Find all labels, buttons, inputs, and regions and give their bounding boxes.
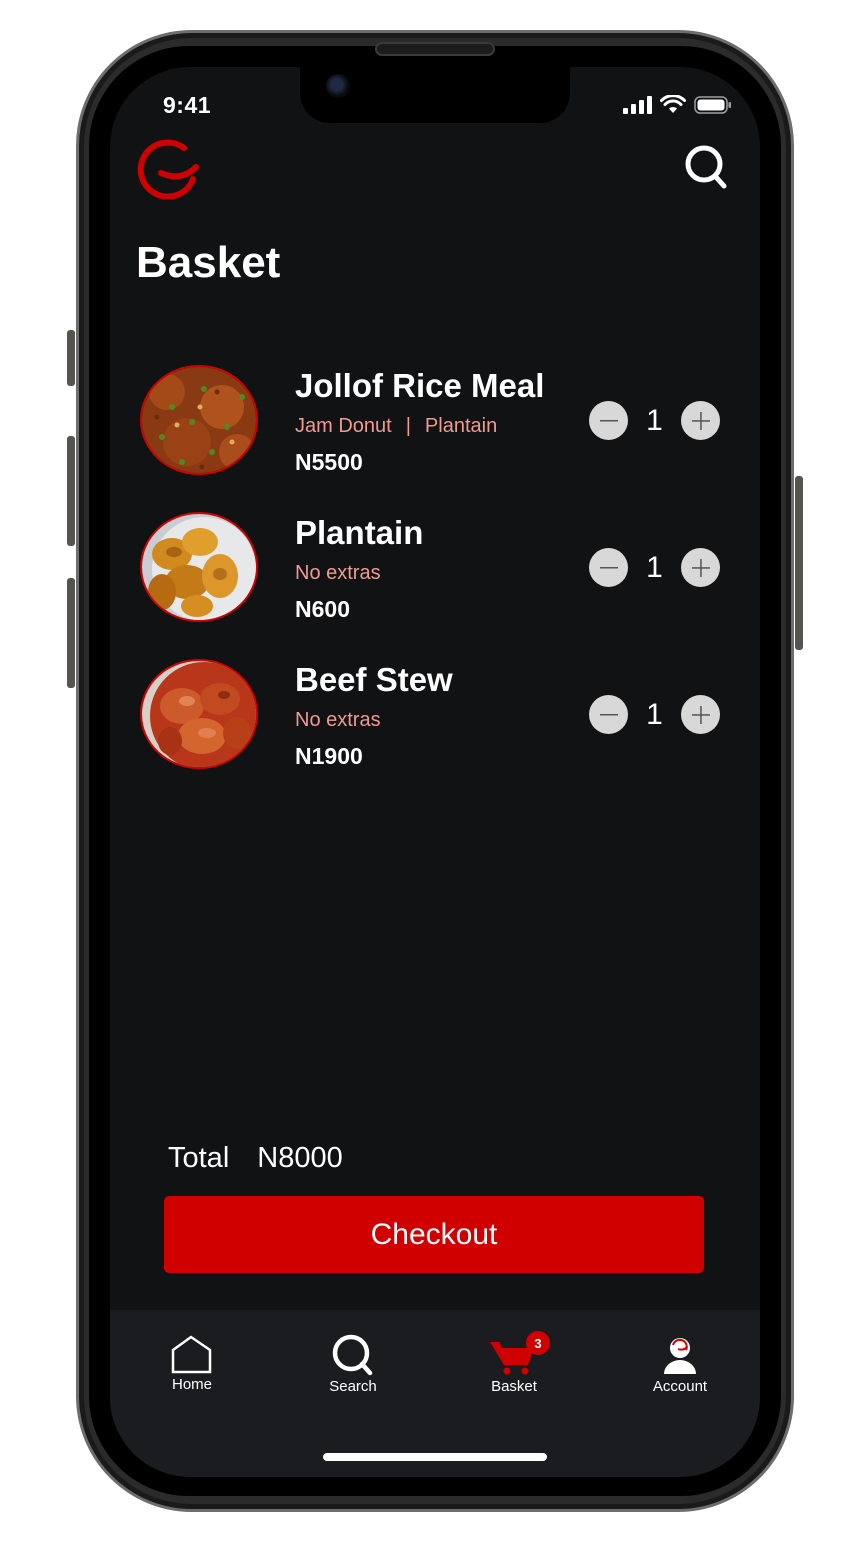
basket-item: Jollof Rice Meal Jam Donut | Plantain N550… [140,365,740,477]
item-extra: No extras [295,709,381,731]
checkout-button[interactable]: Checkout [164,1196,704,1273]
plus-icon [691,558,710,577]
home-indicator [323,1453,547,1461]
status-icons [622,95,732,114]
item-name: Plantain [295,514,424,551]
total-value: N8000 [257,1142,343,1174]
status-time: 9:41 [163,92,212,118]
volume-up-button [67,436,75,546]
search-icon[interactable] [684,144,728,195]
front-camera [326,74,350,98]
minus-icon [599,713,618,715]
volume-down-button [67,578,75,688]
item-price: N1900 [295,743,363,769]
account-icon [664,1338,696,1374]
home-icon [171,1335,212,1374]
nav-label: Basket [491,1378,537,1395]
item-price: N600 [295,596,350,622]
item-extras: No extras [295,709,381,732]
increase-quantity-button[interactable] [681,548,720,587]
basket-count-badge: 3 [526,1331,550,1355]
wifi-icon [660,95,686,113]
nav-label: Search [329,1378,377,1395]
increase-quantity-button[interactable] [681,401,720,440]
minus-icon [599,566,618,568]
plus-icon [691,705,710,724]
item-extra: Jam Donut [295,415,392,437]
nav-item-basket[interactable]: Basket [459,1334,569,1395]
plus-icon [691,411,710,430]
beef-stew-image [140,659,258,769]
quantity-value: 1 [646,403,663,437]
nav-item-account[interactable]: Account [625,1334,735,1395]
nav-item-search[interactable]: Search [298,1334,408,1395]
decrease-quantity-button[interactable] [589,548,628,587]
plantain-image [140,512,258,622]
search-icon [332,1334,373,1376]
nav-label: Account [652,1378,708,1395]
basket-item: Plantain No extras N600 1 [140,512,740,624]
item-name: Beef Stew [295,661,453,698]
item-extra: No extras [295,562,381,584]
speaker-grille [375,42,495,56]
nav-label: Home [171,1376,212,1393]
item-name: Jollof Rice Meal [295,367,545,404]
nav-item-home[interactable]: Home [137,1334,247,1393]
power-button [795,476,803,650]
mute-switch [67,330,75,386]
item-extras: Jam Donut | Plantain [295,415,497,438]
minus-icon [599,419,618,421]
quantity-stepper: 1 [589,548,720,587]
item-price: N5500 [295,449,363,475]
quantity-stepper: 1 [589,695,720,734]
jollof-rice-image [140,365,258,475]
app-logo-icon[interactable] [136,136,202,205]
quantity-value: 1 [646,697,663,731]
decrease-quantity-button[interactable] [589,401,628,440]
extras-separator: | [405,415,411,437]
item-extras: No extras [295,562,381,585]
decrease-quantity-button[interactable] [589,695,628,734]
total-label: Total [168,1142,230,1174]
quantity-stepper: 1 [589,401,720,440]
order-total: Total N8000 [168,1142,343,1175]
increase-quantity-button[interactable] [681,695,720,734]
quantity-value: 1 [646,550,663,584]
basket-item: Beef Stew No extras N1900 1 [140,659,740,771]
item-extra: Plantain [424,415,498,437]
battery-icon [694,95,731,114]
cellular-signal-icon [623,95,652,114]
page-title: Basket [136,238,281,287]
